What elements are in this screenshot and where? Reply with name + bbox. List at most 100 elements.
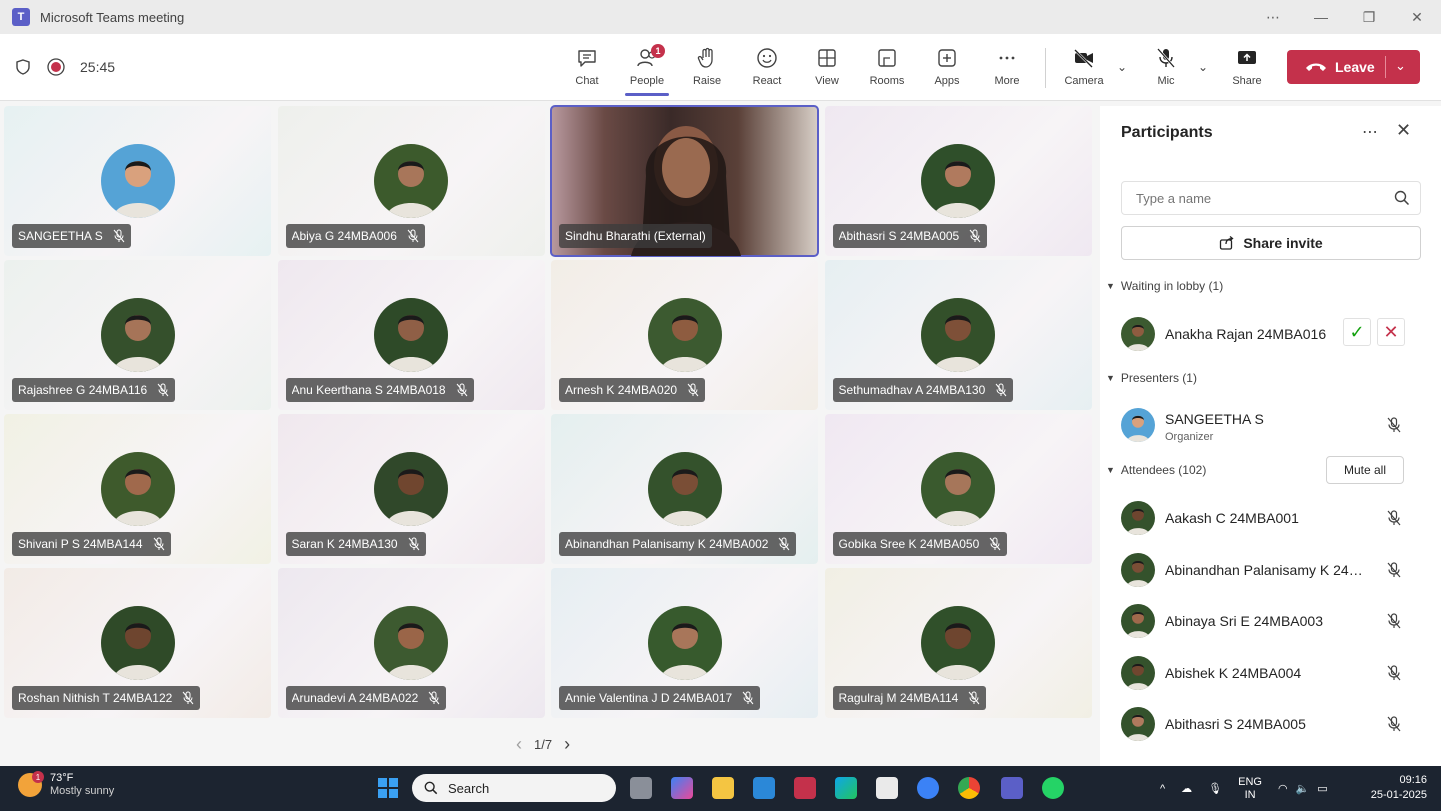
attendee-row[interactable]: Abithasri S 24MBA005 bbox=[1121, 704, 1421, 744]
store-icon[interactable] bbox=[876, 777, 898, 799]
participant-tile[interactable]: Sethumadhav A 24MBA130 bbox=[824, 260, 1092, 410]
apps-button[interactable]: Apps bbox=[919, 42, 975, 96]
avatar bbox=[1121, 501, 1155, 535]
search-icon[interactable] bbox=[1394, 190, 1410, 206]
minimize-icon[interactable]: — bbox=[1297, 0, 1345, 34]
mic-button[interactable]: Mic bbox=[1138, 42, 1194, 96]
start-button-icon[interactable] bbox=[378, 778, 398, 798]
attendee-row[interactable]: Abinandhan Palanisamy K 24MBA002 bbox=[1121, 550, 1421, 590]
avatar bbox=[1121, 707, 1155, 741]
raise-hand-button[interactable]: Raise bbox=[679, 42, 735, 96]
file-explorer-icon[interactable] bbox=[712, 777, 734, 799]
share-button[interactable]: Share bbox=[1219, 42, 1275, 96]
chat-button[interactable]: Chat bbox=[559, 42, 615, 96]
taskbar-search[interactable]: Search bbox=[412, 774, 616, 802]
camera-options-chevron-icon[interactable]: ⌄ bbox=[1117, 60, 1127, 74]
collapse-triangle-icon: ▼ bbox=[1106, 373, 1115, 383]
share-invite-button[interactable]: Share invite bbox=[1121, 226, 1421, 260]
edge-icon[interactable] bbox=[835, 777, 857, 799]
participant-name: Abithasri S 24MBA005 bbox=[838, 229, 960, 243]
wifi-icon[interactable]: ◠ bbox=[1278, 782, 1288, 795]
camera-button[interactable]: Camera bbox=[1056, 42, 1112, 96]
whatsapp-icon[interactable] bbox=[1042, 777, 1064, 799]
participant-name: Aakash C 24MBA001 bbox=[1165, 510, 1299, 526]
language-indicator[interactable]: ENG IN bbox=[1238, 776, 1262, 802]
more-label: More bbox=[994, 75, 1020, 87]
participant-tile[interactable]: Ragulraj M 24MBA114 bbox=[824, 568, 1092, 718]
participant-tile[interactable]: Arnesh K 24MBA020 bbox=[551, 260, 818, 410]
chrome-icon[interactable] bbox=[958, 777, 980, 799]
people-button[interactable]: 1 People bbox=[619, 42, 675, 96]
participant-tile[interactable]: SANGEETHA S bbox=[4, 106, 271, 256]
teams-taskbar-icon[interactable] bbox=[1001, 777, 1023, 799]
participant-tile[interactable]: Anu Keerthana S 24MBA018 bbox=[277, 260, 545, 410]
presenters-section-toggle[interactable]: ▼ Presenters (1) bbox=[1106, 371, 1197, 385]
participant-name-label: Roshan Nithish T 24MBA122 bbox=[12, 686, 201, 710]
shield-icon[interactable] bbox=[14, 58, 32, 76]
deny-button[interactable]: ✕ bbox=[1377, 318, 1405, 346]
mic-off-icon bbox=[968, 691, 980, 705]
participant-tile[interactable]: Saran K 24MBA130 bbox=[277, 414, 545, 564]
participant-name-label: Arnesh K 24MBA020 bbox=[559, 378, 706, 402]
weather-widget[interactable]: 1 73°F Mostly sunny bbox=[18, 771, 114, 798]
active-speaker-video-tile[interactable]: Sindhu Bharathi (External) bbox=[550, 105, 819, 257]
meeting-toolbar: 25:45 Chat 1 People Raise React View Roo… bbox=[0, 34, 1441, 101]
mail-icon[interactable] bbox=[753, 777, 775, 799]
react-button[interactable]: React bbox=[739, 42, 795, 96]
avatar bbox=[1121, 655, 1155, 690]
attendee-row[interactable]: Aakash C 24MBA001 bbox=[1121, 498, 1421, 538]
attendee-row[interactable]: Abishek K 24MBA004 bbox=[1121, 653, 1421, 693]
grid-view-icon bbox=[818, 49, 836, 67]
task-view-icon[interactable] bbox=[630, 777, 652, 799]
taskbar-clock[interactable]: 09:16 25-01-2025 bbox=[1371, 773, 1427, 803]
participant-tile[interactable]: Roshan Nithish T 24MBA122 bbox=[4, 568, 271, 718]
previous-page-icon[interactable]: ‹ bbox=[516, 734, 522, 755]
participant-tile[interactable]: Annie Valentina J D 24MBA017 bbox=[551, 568, 818, 718]
participant-tile[interactable]: Abinandhan Palanisamy K 24MBA002 bbox=[551, 414, 818, 564]
close-window-icon[interactable]: ✕ bbox=[1393, 0, 1441, 34]
participant-name: Arunadevi A 24MBA022 bbox=[291, 691, 419, 705]
next-page-icon[interactable]: › bbox=[564, 734, 570, 755]
panel-more-icon[interactable]: ⋯ bbox=[1362, 122, 1378, 142]
lobby-section-toggle[interactable]: ▼ Waiting in lobby (1) bbox=[1106, 279, 1223, 293]
search-icon bbox=[424, 781, 438, 795]
rooms-button[interactable]: Rooms bbox=[859, 42, 915, 96]
participant-tile[interactable]: Abithasri S 24MBA005 bbox=[824, 106, 1092, 256]
participant-name: Rajashree G 24MBA116 bbox=[18, 383, 148, 397]
presenters-header: Presenters (1) bbox=[1120, 371, 1197, 385]
participant-tile[interactable]: Rajashree G 24MBA116 bbox=[4, 260, 271, 410]
taskbar-search-label: Search bbox=[448, 780, 490, 796]
mic-options-chevron-icon[interactable]: ⌄ bbox=[1198, 60, 1208, 74]
mcafee-icon[interactable] bbox=[794, 777, 816, 799]
mic-in-use-icon[interactable]: 🎙 bbox=[1208, 782, 1222, 795]
lobby-participant[interactable]: Anakha Rajan 24MBA016 ✓ ✕ bbox=[1121, 314, 1421, 354]
toolbar-divider bbox=[1045, 48, 1046, 88]
view-button[interactable]: View bbox=[799, 42, 855, 96]
show-hidden-icons[interactable]: ^ bbox=[1160, 783, 1165, 795]
browser-icon[interactable] bbox=[917, 777, 939, 799]
participant-tile[interactable]: Arunadevi A 24MBA022 bbox=[277, 568, 545, 718]
more-button[interactable]: More bbox=[979, 42, 1035, 96]
participant-search-input[interactable] bbox=[1134, 182, 1388, 214]
leave-options-chevron-icon[interactable]: ⌄ bbox=[1395, 58, 1406, 74]
leave-button[interactable]: Leave ⌄ bbox=[1287, 50, 1420, 84]
presenter-row[interactable]: SANGEETHA S Organizer bbox=[1121, 405, 1421, 445]
admit-button[interactable]: ✓ bbox=[1343, 318, 1371, 346]
mic-off-icon bbox=[456, 383, 467, 397]
participant-tile[interactable]: Abiya G 24MBA006 bbox=[277, 106, 545, 256]
avatar bbox=[921, 606, 995, 680]
attendees-section-toggle[interactable]: ▼ Attendees (102) bbox=[1106, 463, 1206, 477]
mute-all-button[interactable]: Mute all bbox=[1326, 456, 1404, 484]
copilot-icon[interactable] bbox=[671, 777, 693, 799]
participant-tile[interactable]: Gobika Sree K 24MBA050 bbox=[824, 414, 1092, 564]
participant-tile[interactable]: Shivani P S 24MBA144 bbox=[4, 414, 271, 564]
mic-off-icon bbox=[687, 383, 699, 397]
battery-icon[interactable]: ▭ bbox=[1317, 782, 1327, 795]
restore-icon[interactable]: ❐ bbox=[1345, 0, 1393, 34]
panel-close-icon[interactable]: ✕ bbox=[1396, 120, 1411, 141]
more-options-icon[interactable]: ⋯ bbox=[1249, 0, 1297, 34]
attendee-row[interactable]: Abinaya Sri E 24MBA003 bbox=[1121, 601, 1421, 641]
mic-off-icon bbox=[1157, 48, 1175, 68]
onedrive-icon[interactable]: ☁ bbox=[1181, 782, 1192, 795]
volume-icon[interactable]: 🔈 bbox=[1296, 782, 1310, 795]
